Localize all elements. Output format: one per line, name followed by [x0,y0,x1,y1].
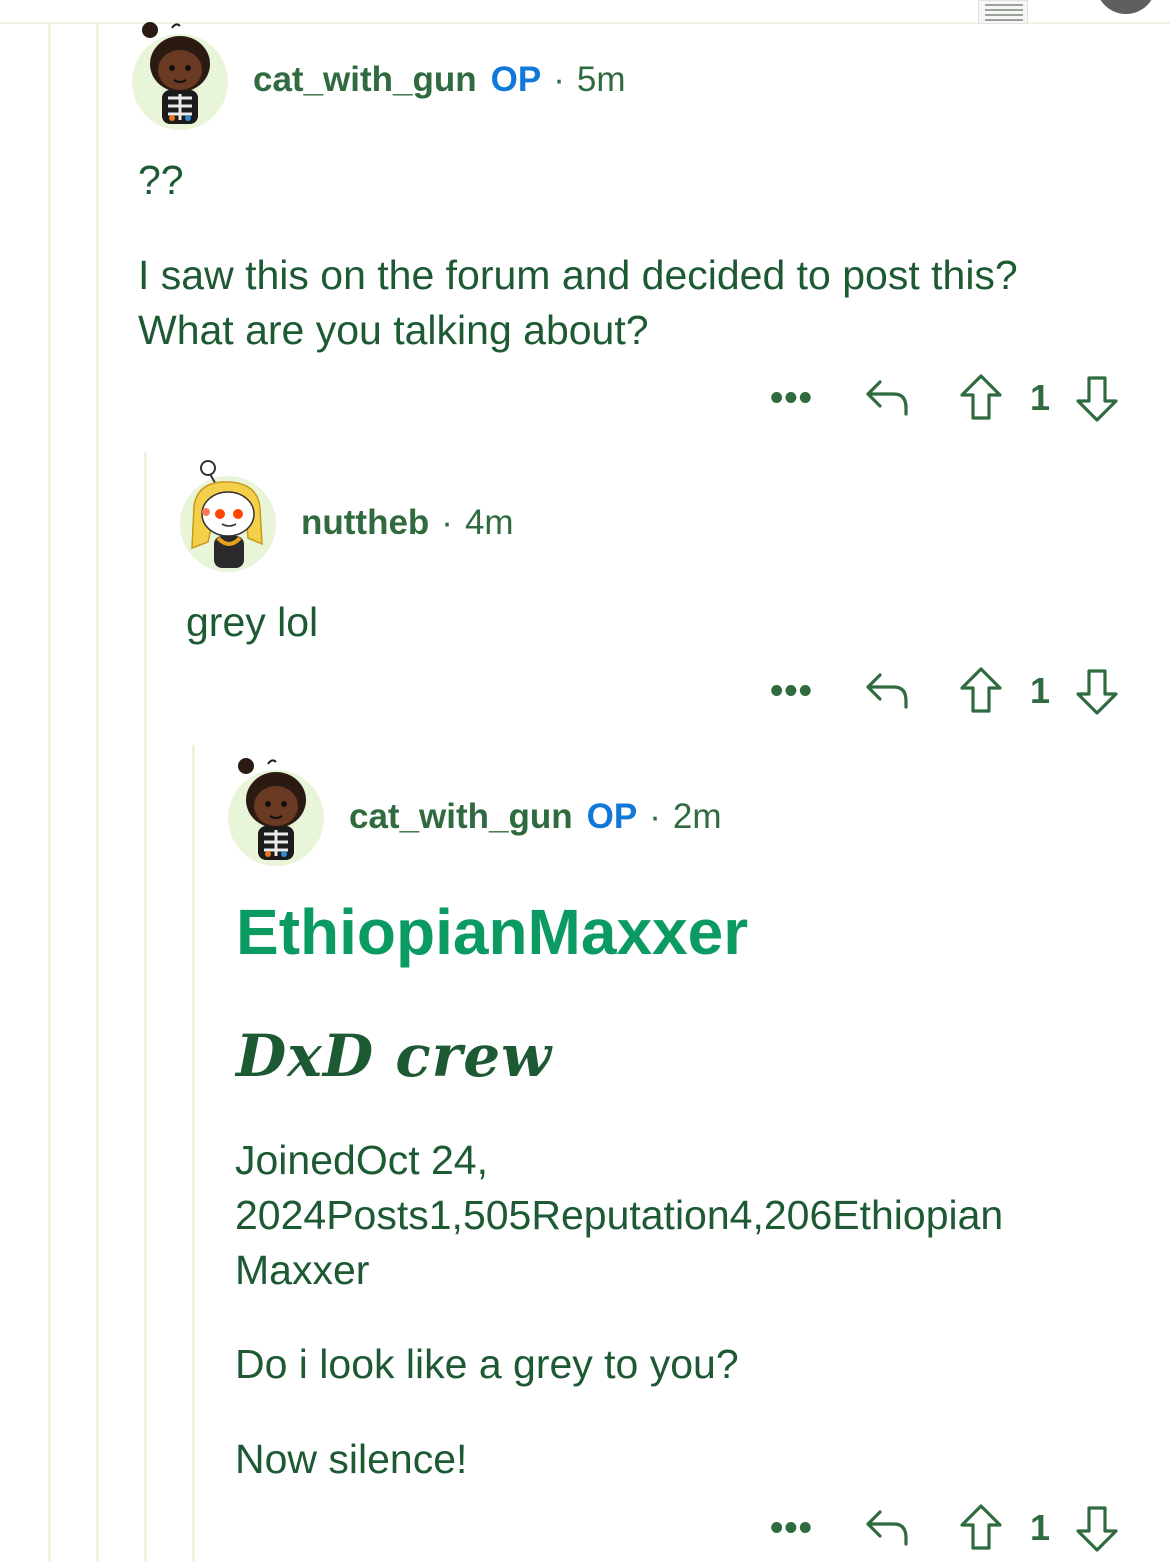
comment-actions: ••• 1 [760,370,1140,426]
separator-dot: · [441,503,453,542]
comment-text: I saw this on the forum and decided to p… [138,252,1018,353]
separator-dot: · [553,60,565,99]
thread-line-level-1[interactable] [96,24,99,1562]
comment-header: nuttheb · 4m [301,503,514,543]
more-options-button[interactable]: ••• [770,379,813,417]
quoted-crew-title: DxD crew [236,1022,553,1090]
upvote-arrow-icon[interactable] [958,1502,1004,1552]
timestamp: 5m [576,60,626,99]
reply-arrow-icon[interactable] [862,667,912,711]
upvote-arrow-icon[interactable] [958,665,1004,715]
username[interactable]: cat_with_gun [253,60,477,100]
comment-actions: ••• 1 [760,1500,1140,1556]
avatar-skeleton-character-icon [238,758,306,860]
separator-dot: · [649,797,661,836]
downvote-arrow-icon[interactable] [1074,667,1120,717]
quoted-profile-stats: JoinedOct 24, 2024Posts1,505Reputation4,… [235,1137,1004,1293]
op-badge: OP [586,797,638,836]
username[interactable]: cat_with_gun [349,797,573,837]
upvote-arrow-icon[interactable] [958,372,1004,422]
reply-arrow-icon[interactable] [862,374,912,418]
timestamp: 4m [464,503,514,542]
downvote-arrow-icon[interactable] [1074,1504,1120,1554]
comment-text: grey lol [186,599,319,645]
vote-score: 1 [1030,1507,1051,1548]
comment-text: Do i look like a grey to you? [235,1341,739,1387]
comment-header: cat_with_gun OP · 2m [349,797,722,837]
thread-line-level-2[interactable] [144,452,147,1562]
thread-line-root[interactable] [48,24,51,1562]
avatar[interactable] [228,758,324,866]
avatar-skeleton-character-icon [142,22,210,124]
username[interactable]: nuttheb [301,503,429,543]
more-options-button[interactable]: ••• [770,1509,813,1547]
downvote-arrow-icon[interactable] [1074,374,1120,424]
more-options-button[interactable]: ••• [770,672,813,710]
comment-text: Now silence! [235,1436,468,1482]
mini-thumbnail [978,0,1028,24]
avatar[interactable] [180,460,276,572]
avatar[interactable] [132,22,228,130]
vote-score: 1 [1030,670,1051,711]
reply-arrow-icon[interactable] [862,1504,912,1548]
timestamp: 2m [672,797,722,836]
comment-header: cat_with_gun OP · 5m [253,60,626,100]
vote-score: 1 [1030,377,1051,418]
floating-button[interactable] [1096,0,1156,14]
comment-text: ?? [138,157,184,203]
avatar-blonde-snoo-icon [191,460,263,568]
thread-line-level-3[interactable] [192,745,195,1562]
op-badge: OP [490,60,542,99]
comment-actions: ••• 1 [760,663,1140,719]
quoted-profile-name: EthiopianMaxxer [236,896,749,968]
